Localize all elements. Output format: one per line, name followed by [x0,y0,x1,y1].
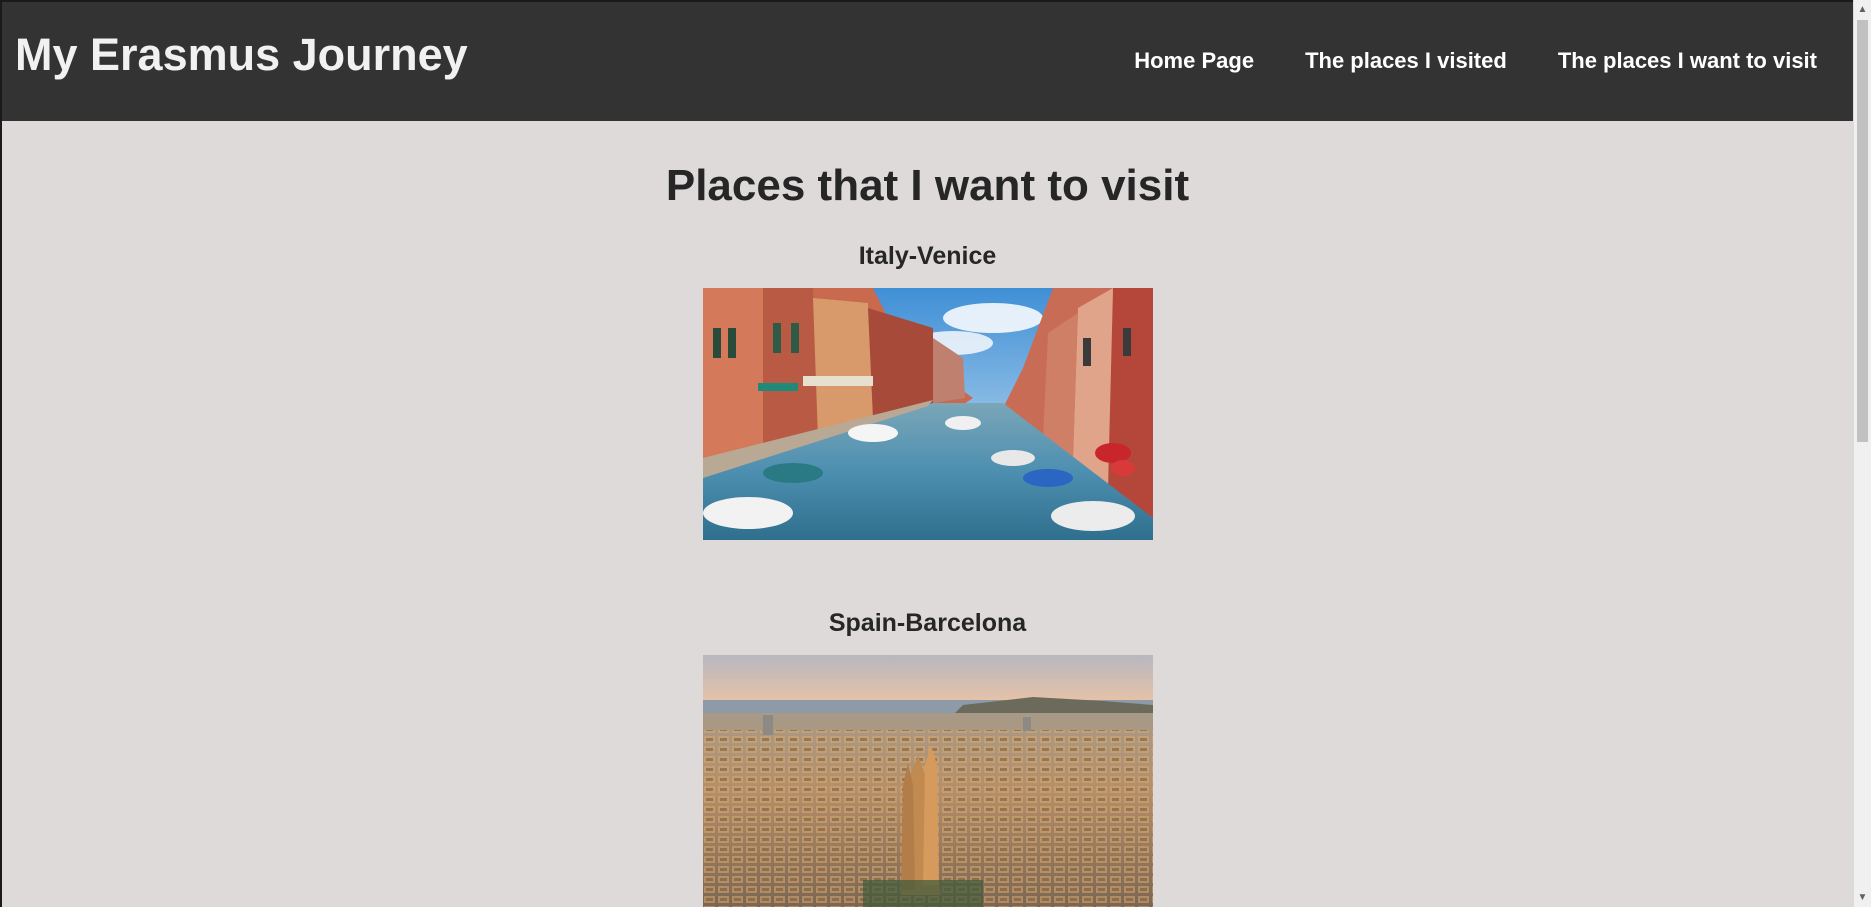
scroll-thumb[interactable] [1857,20,1868,442]
nav-places-visited-link[interactable]: The places I visited [1305,48,1507,74]
page-title: Places that I want to visit [665,161,1190,210]
site-title: My Erasmus Journey [15,29,468,80]
barcelona-aerial-photo [702,655,1153,907]
main-content: Places that I want to visit Italy-Venice [2,121,1853,907]
page: My Erasmus Journey Home Page The places … [0,0,1853,907]
site-header: My Erasmus Journey Home Page The places … [2,0,1853,121]
place-venice: Italy-Venice [2,241,1853,540]
vertical-scrollbar[interactable]: ▲ ▼ [1853,0,1871,907]
place-title: Spain-Barcelona [828,609,1027,637]
main-nav: Home Page The places I visited The place… [1134,48,1817,74]
scroll-down-arrow-icon[interactable]: ▼ [1854,889,1871,906]
nav-places-to-visit-link[interactable]: The places I want to visit [1558,48,1817,74]
venice-canal-photo [702,288,1153,540]
place-barcelona: Spain-Barcelona [2,608,1853,907]
nav-home-link[interactable]: Home Page [1134,48,1254,74]
place-title: Italy-Venice [858,242,997,270]
scroll-up-arrow-icon[interactable]: ▲ [1854,1,1871,18]
